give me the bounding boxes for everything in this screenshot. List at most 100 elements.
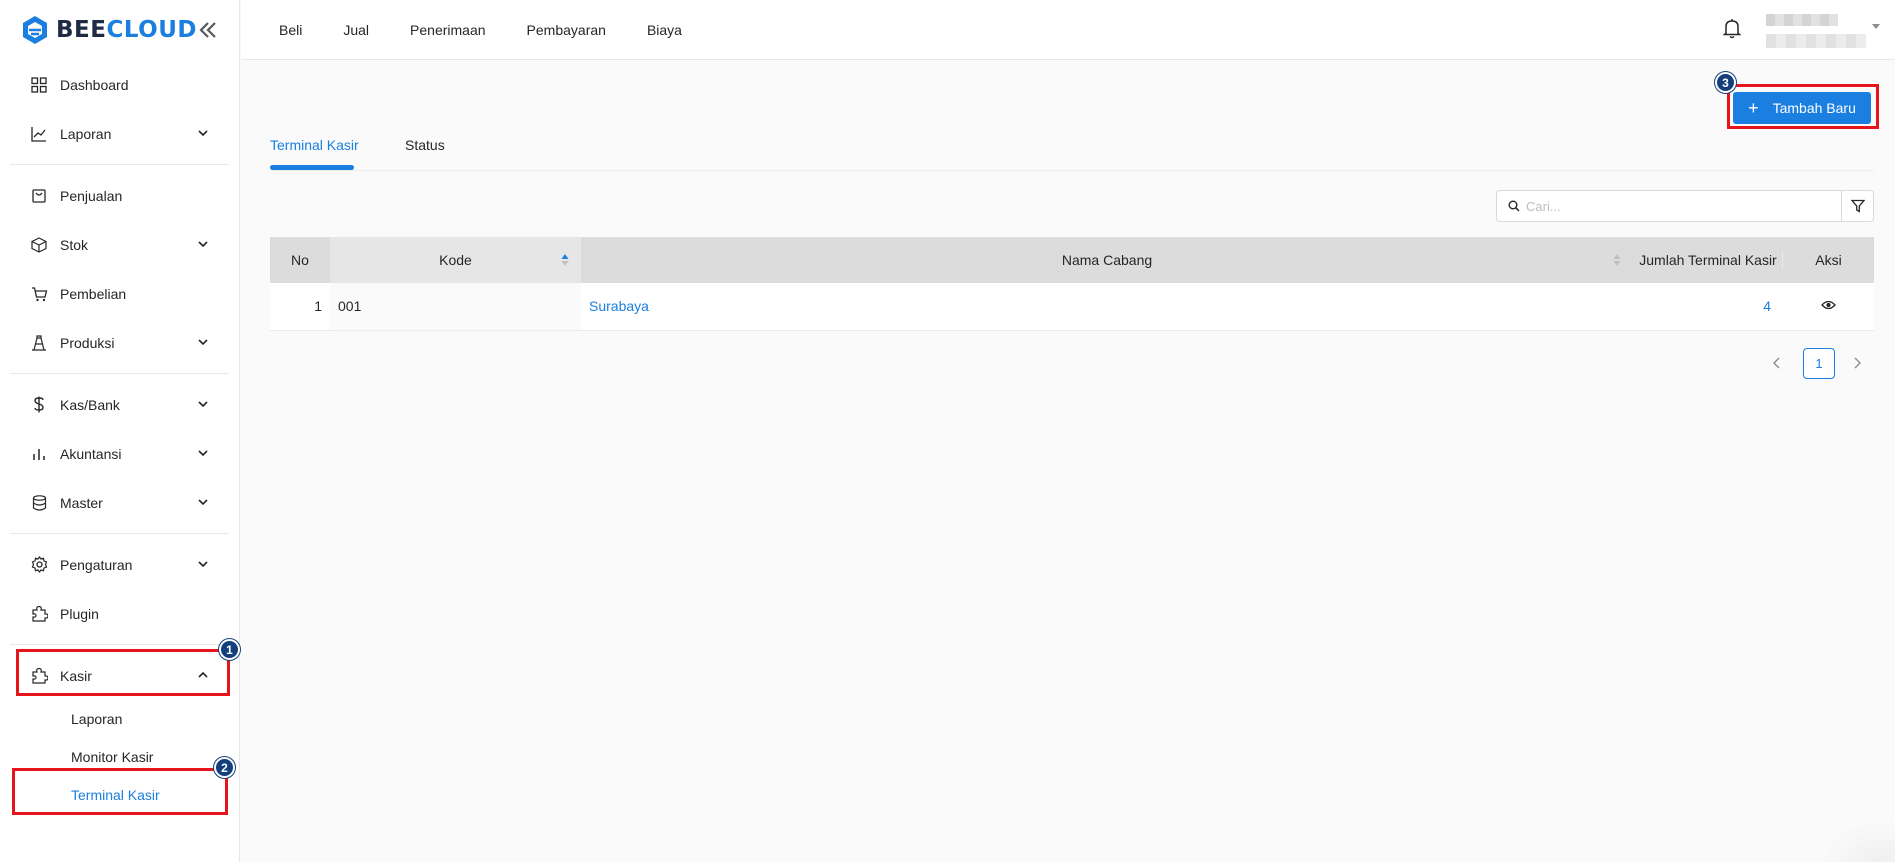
sidebar-item-label: Pembelian	[60, 285, 127, 302]
bag-icon	[30, 187, 48, 205]
top-nav: Beli Jual Penerimaan Pembayaran Biaya	[279, 0, 723, 60]
topnav-item-beli[interactable]: Beli	[279, 22, 302, 38]
sidebar-item-kasir[interactable]: Kasir	[0, 651, 239, 700]
submenu-item-laporan[interactable]: Laporan	[0, 700, 239, 738]
search-icon	[1508, 200, 1520, 212]
plus-icon: +	[1748, 98, 1759, 118]
sidebar-item-label: Kas/Bank	[60, 396, 120, 413]
divider	[10, 164, 229, 165]
sidebar-item-stok[interactable]: Stok	[0, 220, 239, 269]
topnav-item-pembayaran[interactable]: Pembayaran	[527, 22, 606, 38]
filter-button[interactable]	[1841, 190, 1874, 222]
user-company-redacted	[1766, 34, 1866, 48]
sidebar-item-label: Dashboard	[60, 76, 129, 93]
sidebar-item-label: Master	[60, 494, 103, 511]
dollar-icon	[30, 396, 48, 414]
app-root: BEECLOUD Dashboard Laporan Penjualan Sto…	[0, 0, 1895, 862]
cell-kode: 001	[330, 283, 581, 331]
puzzle-icon	[30, 667, 48, 685]
chevron-down-icon	[198, 499, 208, 506]
cart-icon	[30, 285, 48, 303]
topnav-item-jual[interactable]: Jual	[343, 22, 369, 38]
pager-prev-button[interactable]	[1767, 353, 1787, 373]
box-icon	[30, 236, 48, 254]
filter-icon	[1850, 199, 1865, 213]
eye-icon[interactable]	[1821, 299, 1836, 311]
puzzle-icon	[30, 605, 48, 623]
sidebar-item-label: Akuntansi	[60, 445, 122, 462]
column-header-aksi: Aksi	[1783, 237, 1874, 283]
topbar: Beli Jual Penerimaan Pembayaran Biaya	[241, 0, 1895, 60]
table-header-row: No Kode Nama Cabang Jumlah Terminal Kasi…	[270, 237, 1874, 283]
bell-icon	[1722, 19, 1742, 39]
topnav-item-biaya[interactable]: Biaya	[647, 22, 682, 38]
chevron-down-icon	[198, 130, 208, 137]
tab-status[interactable]: Status	[405, 137, 445, 153]
sidebar-item-label: Pengaturan	[60, 556, 133, 573]
divider	[10, 533, 229, 534]
add-new-button[interactable]: + Tambah Baru	[1733, 92, 1871, 124]
notification-button[interactable]	[1722, 17, 1742, 39]
sidebar-item-label: Kasir	[60, 667, 92, 684]
user-name-redacted	[1766, 14, 1838, 26]
pager-next-button[interactable]	[1847, 353, 1867, 373]
sidebar-item-pengaturan[interactable]: Pengaturan	[0, 540, 239, 589]
chevron-down-icon	[198, 339, 208, 346]
step-marker-3: 3	[1715, 72, 1736, 93]
submenu-item-monitor-kasir[interactable]: Monitor Kasir	[0, 738, 239, 776]
chevron-down-icon	[198, 561, 208, 568]
chevron-up-icon	[198, 671, 208, 678]
sidebar-menu: Dashboard Laporan Penjualan Stok Pembeli…	[0, 60, 239, 814]
search-input[interactable]	[1526, 198, 1826, 214]
sidebar-item-plugin[interactable]: Plugin	[0, 589, 239, 638]
logo-text: BEECLOUD	[56, 17, 198, 43]
bar-chart-icon	[30, 445, 48, 463]
chevron-down-icon	[198, 241, 208, 248]
table-row: 1 001 Surabaya 4	[270, 283, 1874, 331]
database-icon	[30, 494, 48, 512]
step-marker-2: 2	[214, 757, 235, 778]
tab-terminal-kasir[interactable]: Terminal Kasir	[270, 137, 359, 153]
gear-icon	[30, 556, 48, 574]
main-content: + Tambah Baru Terminal Kasir Status No K…	[241, 61, 1895, 862]
sidebar-item-dashboard[interactable]: Dashboard	[0, 60, 239, 109]
column-header-nama-cabang[interactable]: Nama Cabang	[581, 237, 1633, 283]
sidebar-item-label: Laporan	[60, 125, 112, 142]
divider	[10, 644, 229, 645]
column-header-no: No	[270, 237, 330, 283]
dashboard-icon	[30, 76, 48, 94]
sidebar-item-laporan[interactable]: Laporan	[0, 109, 239, 158]
chevron-down-icon	[198, 401, 208, 408]
sidebar-item-label: Stok	[60, 236, 89, 253]
production-icon	[30, 334, 48, 352]
sidebar-item-kas-bank[interactable]: Kas/Bank	[0, 380, 239, 429]
column-header-kode[interactable]: Kode	[330, 237, 581, 283]
sidebar-item-akuntansi[interactable]: Akuntansi	[0, 429, 239, 478]
topnav-item-penerimaan[interactable]: Penerimaan	[410, 22, 486, 38]
chart-line-icon	[30, 125, 48, 143]
submenu-item-terminal-kasir[interactable]: Terminal Kasir	[0, 776, 239, 814]
sidebar-item-master[interactable]: Master	[0, 478, 239, 527]
user-menu[interactable]	[1766, 12, 1886, 54]
sidebar: BEECLOUD Dashboard Laporan Penjualan Sto…	[0, 0, 240, 862]
search-box	[1496, 190, 1842, 222]
terminal-table: No Kode Nama Cabang Jumlah Terminal Kasi…	[270, 237, 1874, 331]
sidebar-item-penjualan[interactable]: Penjualan	[0, 171, 239, 220]
add-new-label: Tambah Baru	[1772, 100, 1856, 116]
chevron-right-icon	[1854, 357, 1861, 369]
sort-ascending-icon[interactable]	[561, 253, 569, 267]
cell-jumlah-terminal-link[interactable]: 4	[1763, 298, 1771, 314]
cell-no: 1	[270, 283, 330, 331]
caret-down-icon[interactable]	[1872, 24, 1880, 29]
logo[interactable]: BEECLOUD	[0, 0, 239, 60]
pager-page-button[interactable]: 1	[1803, 348, 1835, 379]
chevron-down-icon	[198, 450, 208, 457]
sidebar-item-pembelian[interactable]: Pembelian	[0, 269, 239, 318]
collapse-sidebar-button[interactable]	[196, 19, 220, 41]
sort-icon[interactable]	[1613, 253, 1621, 267]
double-chevron-left-icon	[199, 22, 216, 38]
sidebar-item-label: Plugin	[60, 605, 99, 622]
cell-nama-cabang-link[interactable]: Surabaya	[589, 298, 649, 314]
divider	[10, 373, 229, 374]
sidebar-item-produksi[interactable]: Produksi	[0, 318, 239, 367]
